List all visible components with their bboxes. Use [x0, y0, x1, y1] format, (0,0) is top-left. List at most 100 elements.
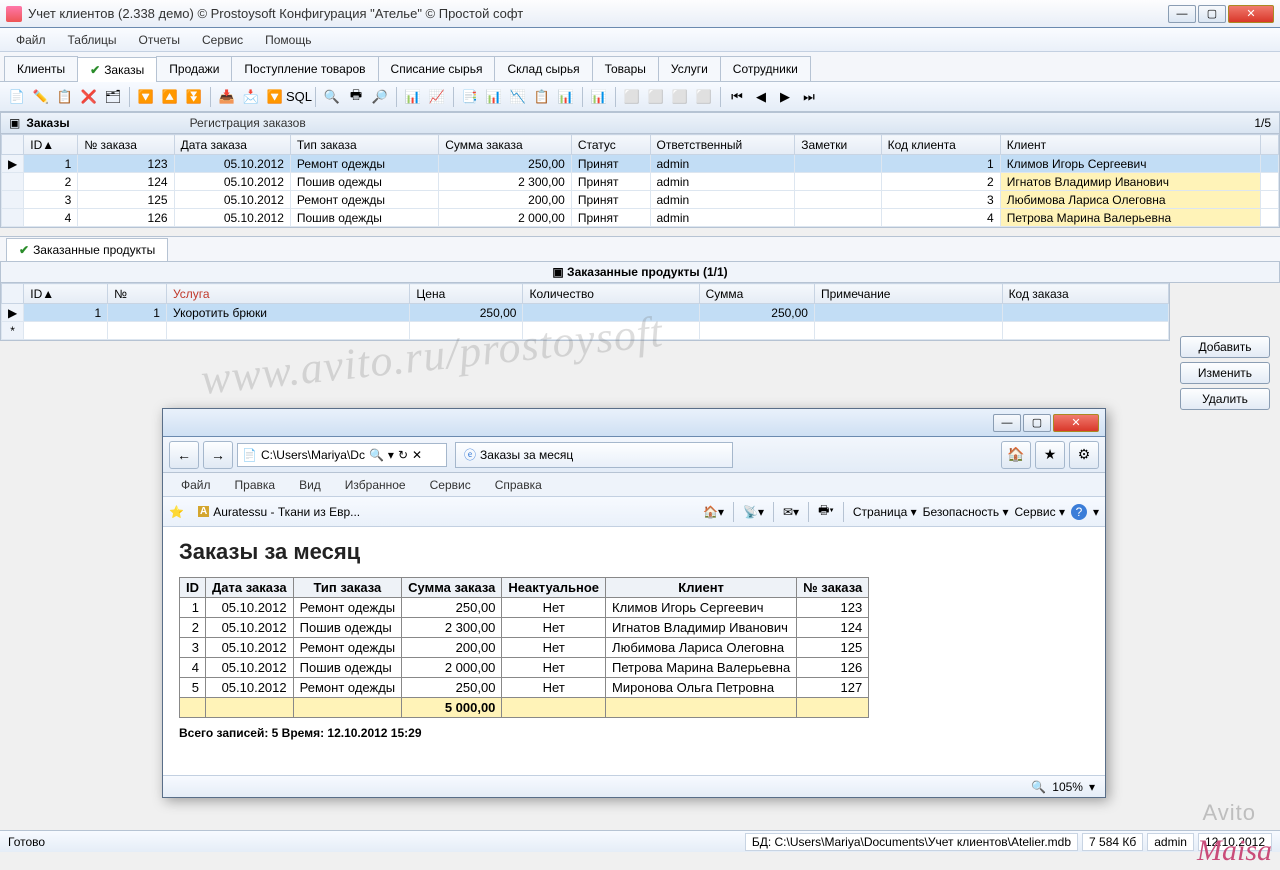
toolbar-btn[interactable]: ✏️ — [30, 86, 52, 108]
toolbar-btn[interactable]: ⏭ — [798, 86, 820, 108]
menu-Сервис[interactable]: Сервис — [192, 30, 253, 50]
tab-Сотрудники[interactable]: Сотрудники — [720, 56, 811, 81]
ie-close-button[interactable]: ✕ — [1053, 414, 1099, 432]
home-icon[interactable]: 🏠▾ — [703, 505, 724, 519]
products-grid[interactable]: ID▲№УслугаЦенаКоличествоСуммаПримечаниеК… — [0, 283, 1170, 341]
forward-button[interactable]: → — [203, 441, 233, 469]
refresh-icon[interactable]: ↻ — [398, 448, 408, 462]
table-row[interactable]: 312505.10.2012Ремонт одежды200,00Принятa… — [2, 191, 1279, 209]
col-header[interactable]: ID▲ — [24, 284, 108, 304]
ie-minimize-button[interactable]: — — [993, 414, 1021, 432]
toolbar-btn[interactable]: 📥 — [216, 86, 238, 108]
col-header[interactable]: Код заказа — [1002, 284, 1168, 304]
subtab-products[interactable]: ✔ Заказанные продукты — [6, 238, 168, 261]
help-icon[interactable]: ? — [1071, 504, 1087, 520]
col-header[interactable]: Ответственный — [650, 135, 795, 155]
toolbar-btn[interactable]: 🔽 — [264, 86, 286, 108]
toolbar-btn[interactable]: 📊 — [483, 86, 505, 108]
col-header[interactable]: Сумма — [699, 284, 814, 304]
toolbar-btn[interactable]: ⬜ — [669, 86, 691, 108]
col-header[interactable]: № заказа — [78, 135, 174, 155]
ie-menu-Вид[interactable]: Вид — [289, 475, 331, 495]
edit-button[interactable]: Изменить — [1180, 362, 1270, 384]
fav-link[interactable]: A Auratessu - Ткани из Евр... — [190, 502, 368, 522]
toolbar-btn[interactable]: ▶ — [774, 86, 796, 108]
col-header[interactable]: Клиент — [1000, 135, 1260, 155]
toolbar-btn[interactable]: 🔍 — [321, 86, 343, 108]
back-button[interactable]: ← — [169, 441, 199, 469]
ie-maximize-button[interactable]: ▢ — [1023, 414, 1051, 432]
col-header[interactable]: Код клиента — [881, 135, 1000, 155]
toolbar-btn[interactable]: 🖶 — [345, 86, 367, 108]
maximize-button[interactable]: ▢ — [1198, 5, 1226, 23]
favorites-star-icon[interactable]: ⭐ — [169, 505, 184, 519]
toolbar-btn[interactable]: 🗂 — [102, 86, 124, 108]
print-icon[interactable]: 🖶▾ — [818, 501, 834, 522]
tab-Заказы[interactable]: ✔ Заказы — [77, 57, 157, 82]
menu-Помощь[interactable]: Помощь — [255, 30, 321, 50]
toolbar-btn[interactable]: SQL — [288, 86, 310, 108]
tab-Поступление товаров[interactable]: Поступление товаров — [231, 56, 378, 81]
toolbar-btn[interactable]: 📄 — [6, 86, 28, 108]
col-header[interactable]: Цена — [410, 284, 523, 304]
toolbar-btn[interactable]: 📈 — [426, 86, 448, 108]
toolbar-btn[interactable]: 🔽 — [135, 86, 157, 108]
col-header[interactable]: Тип заказа — [290, 135, 438, 155]
tab-Склад сырья[interactable]: Склад сырья — [494, 56, 592, 81]
table-row[interactable]: ▶112305.10.2012Ремонт одежды250,00Принят… — [2, 155, 1279, 173]
col-header[interactable]: Услуга — [166, 284, 409, 304]
toolbar-btn[interactable]: ❌ — [78, 86, 100, 108]
toolbar-btn[interactable]: 📉 — [507, 86, 529, 108]
toolbar-btn[interactable]: 📊 — [402, 86, 424, 108]
menu-Отчеты[interactable]: Отчеты — [129, 30, 190, 50]
toolbar-btn[interactable]: 📑 — [459, 86, 481, 108]
tab-Услуги[interactable]: Услуги — [658, 56, 721, 81]
favorites-button[interactable]: ★ — [1035, 441, 1065, 469]
menu-Таблицы[interactable]: Таблицы — [58, 30, 127, 50]
minimize-button[interactable]: — — [1168, 5, 1196, 23]
col-header[interactable]: № — [108, 284, 167, 304]
tab-Клиенты[interactable]: Клиенты — [4, 56, 78, 81]
toolbar-btn[interactable]: 📩 — [240, 86, 262, 108]
address-bar[interactable]: 📄 C:\Users\Mariya\Dc 🔍 ▾ ↻ ✕ — [237, 443, 447, 467]
service-menu[interactable]: Сервис ▾ — [1015, 505, 1065, 519]
ie-menu-Справка[interactable]: Справка — [485, 475, 552, 495]
table-row[interactable]: 212405.10.2012Пошив одежды2 300,00Принят… — [2, 173, 1279, 191]
toolbar-btn[interactable]: ⏮ — [726, 86, 748, 108]
tab-Продажи[interactable]: Продажи — [156, 56, 232, 81]
col-header[interactable]: Примечание — [814, 284, 1002, 304]
toolbar-btn[interactable]: ◀ — [750, 86, 772, 108]
toolbar-btn[interactable]: ⬜ — [645, 86, 667, 108]
col-header[interactable]: Статус — [571, 135, 650, 155]
col-header[interactable]: Заметки — [795, 135, 881, 155]
toolbar-btn[interactable]: 📋 — [531, 86, 553, 108]
toolbar-btn[interactable]: 🔎 — [369, 86, 391, 108]
toolbar-btn[interactable]: 📊 — [588, 86, 610, 108]
add-button[interactable]: Добавить — [1180, 336, 1270, 358]
page-menu[interactable]: Страница ▾ — [853, 505, 917, 519]
toolbar-btn[interactable]: 📊 — [555, 86, 577, 108]
mail-icon[interactable]: ✉▾ — [783, 505, 799, 519]
zoom-icon[interactable]: 🔍 — [1031, 780, 1046, 794]
ie-menu-Правка[interactable]: Правка — [225, 475, 286, 495]
stop-icon[interactable]: ✕ — [412, 448, 422, 462]
delete-button[interactable]: Удалить — [1180, 388, 1270, 410]
toolbar-btn[interactable]: 📋 — [54, 86, 76, 108]
toolbar-btn[interactable]: ⏬ — [183, 86, 205, 108]
table-row[interactable]: ▶11Укоротить брюки250,00250,00 — [2, 304, 1169, 322]
toolbar-btn[interactable]: ⬜ — [621, 86, 643, 108]
feeds-icon[interactable]: 📡▾ — [743, 505, 764, 519]
orders-grid[interactable]: ID▲№ заказаДата заказаТип заказаСумма за… — [0, 134, 1280, 228]
home-button[interactable]: 🏠 — [1001, 441, 1031, 469]
ie-tab[interactable]: ⓔ Заказы за месяц — [455, 442, 733, 468]
tab-Товары[interactable]: Товары — [592, 56, 659, 81]
close-button[interactable]: ✕ — [1228, 5, 1274, 23]
new-row[interactable]: * — [2, 322, 1169, 340]
tab-Списание сырья[interactable]: Списание сырья — [378, 56, 496, 81]
ie-menu-Избранное[interactable]: Избранное — [335, 475, 416, 495]
col-header[interactable]: Количество — [523, 284, 699, 304]
col-header[interactable]: Дата заказа — [174, 135, 290, 155]
security-menu[interactable]: Безопасность ▾ — [923, 505, 1009, 519]
table-row[interactable]: 412605.10.2012Пошив одежды2 000,00Принят… — [2, 209, 1279, 227]
ie-menu-Файл[interactable]: Файл — [171, 475, 221, 495]
